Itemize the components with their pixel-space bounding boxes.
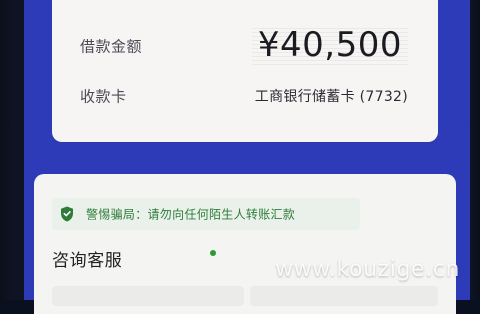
account-label: 收款卡 [80, 87, 127, 106]
watermark: www.kouzige.cn [275, 257, 460, 282]
shield-icon [58, 205, 76, 223]
account-row: 收款卡 工商银行储蓄卡 (7732) [80, 80, 408, 112]
warning-text: 警惕骗局：请勿向任何陌生人转账汇款 [86, 207, 296, 222]
phone-frame: 借款金额 ¥40,500 收款卡 工商银行储蓄卡 (7732) 警惕骗局：请勿向… [0, 0, 480, 314]
account-value[interactable]: 工商银行储蓄卡 (7732) [255, 86, 408, 106]
service-option-right[interactable] [250, 286, 438, 306]
amount-row: 借款金额 ¥40,500 [80, 25, 408, 66]
loan-summary-card: 借款金额 ¥40,500 收款卡 工商银行储蓄卡 (7732) [52, 0, 438, 142]
fraud-warning-banner: 警惕骗局：请勿向任何陌生人转账汇款 [52, 198, 360, 230]
amount-value: ¥40,500 [251, 25, 408, 66]
customer-service-title[interactable]: 咨询客服 [52, 246, 122, 271]
status-dot [210, 250, 216, 256]
service-option-left[interactable] [52, 286, 244, 306]
amount-label: 借款金额 [80, 37, 143, 56]
support-card: 警惕骗局：请勿向任何陌生人转账汇款 咨询客服 [34, 174, 456, 314]
